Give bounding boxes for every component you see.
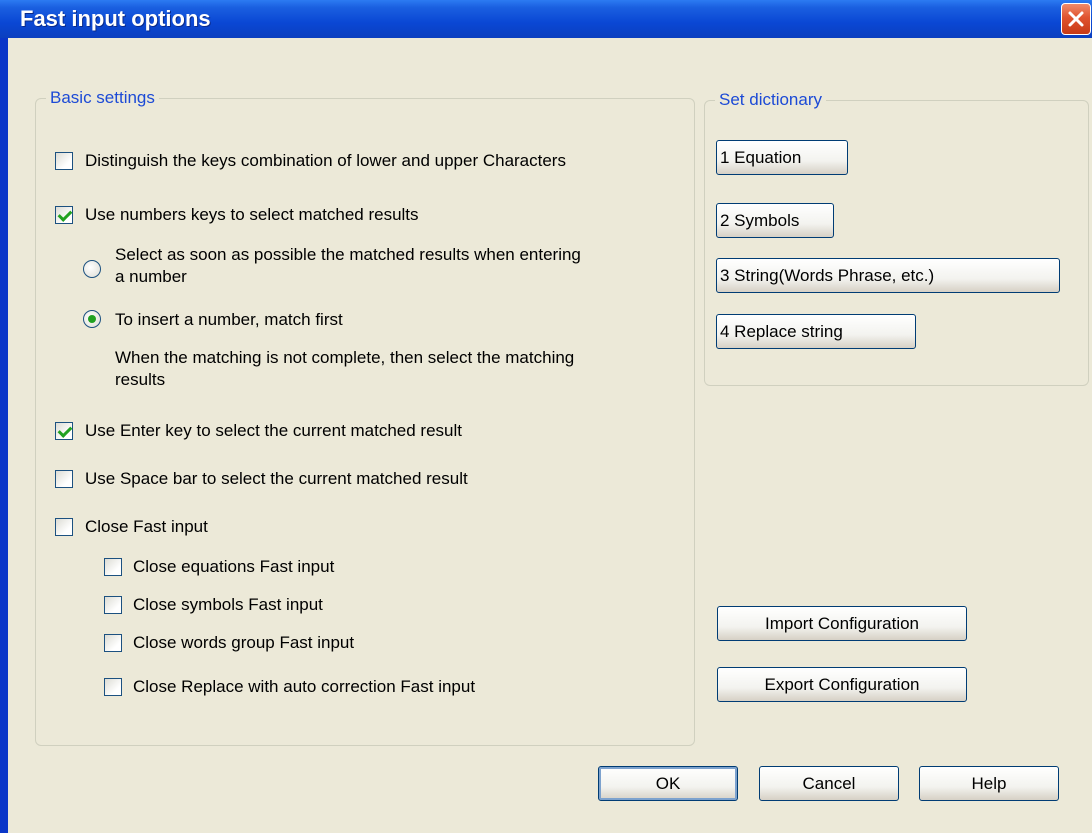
replace-string-dictionary-button[interactable]: 4 Replace string (716, 314, 916, 349)
export-configuration-button[interactable]: Export Configuration (717, 667, 967, 702)
close-words-group-label[interactable]: Close words group Fast input (133, 632, 354, 653)
use-enter-key-checkbox[interactable] (55, 422, 73, 440)
equation-dictionary-button[interactable]: 1 Equation (716, 140, 848, 175)
import-configuration-button[interactable]: Import Configuration (717, 606, 967, 641)
distinguish-case-label[interactable]: Distinguish the keys combination of lowe… (85, 150, 566, 171)
matching-note-line1: When the matching is not complete, then … (115, 348, 575, 367)
select-asap-label-line1[interactable]: Select as soon as possible the matched r… (115, 244, 581, 265)
basic-settings-legend: Basic settings (50, 88, 155, 107)
symbols-dictionary-button[interactable]: 2 Symbols (716, 203, 834, 238)
close-words-group-checkbox[interactable] (104, 634, 122, 652)
close-fast-input-label[interactable]: Close Fast input (85, 516, 208, 537)
close-replace-checkbox[interactable] (104, 678, 122, 696)
close-symbols-label[interactable]: Close symbols Fast input (133, 594, 323, 615)
select-asap-label-line2[interactable]: a number (115, 266, 187, 287)
use-space-bar-checkbox[interactable] (55, 470, 73, 488)
window-title: Fast input options (20, 6, 211, 31)
fast-input-options-dialog: Fast input options Basic settings Distin… (0, 0, 1092, 833)
use-number-keys-checkbox[interactable] (55, 206, 73, 224)
insert-number-radio[interactable] (83, 310, 101, 328)
insert-number-label[interactable]: To insert a number, match first (115, 309, 343, 330)
cancel-button[interactable]: Cancel (759, 766, 899, 801)
select-asap-radio[interactable] (83, 260, 101, 278)
close-equations-checkbox[interactable] (104, 558, 122, 576)
string-dictionary-button[interactable]: 3 String(Words Phrase, etc.) (716, 258, 1060, 293)
help-button[interactable]: Help (919, 766, 1059, 801)
close-equations-label[interactable]: Close equations Fast input (133, 556, 334, 577)
close-replace-label[interactable]: Close Replace with auto correction Fast … (133, 676, 475, 697)
use-number-keys-label[interactable]: Use numbers keys to select matched resul… (85, 204, 419, 225)
close-icon (1068, 11, 1084, 27)
title-bar[interactable]: Fast input options (0, 0, 1092, 38)
dialog-body: Basic settings Distinguish the keys comb… (8, 38, 1092, 833)
matching-note-line2: results (115, 370, 166, 389)
ok-button[interactable]: OK (598, 766, 738, 801)
close-symbols-checkbox[interactable] (104, 596, 122, 614)
distinguish-case-checkbox[interactable] (55, 152, 73, 170)
close-button[interactable] (1061, 3, 1091, 35)
use-space-bar-label[interactable]: Use Space bar to select the current matc… (85, 468, 468, 489)
use-enter-key-label[interactable]: Use Enter key to select the current matc… (85, 420, 462, 441)
close-fast-input-checkbox[interactable] (55, 518, 73, 536)
set-dictionary-legend: Set dictionary (719, 90, 822, 109)
